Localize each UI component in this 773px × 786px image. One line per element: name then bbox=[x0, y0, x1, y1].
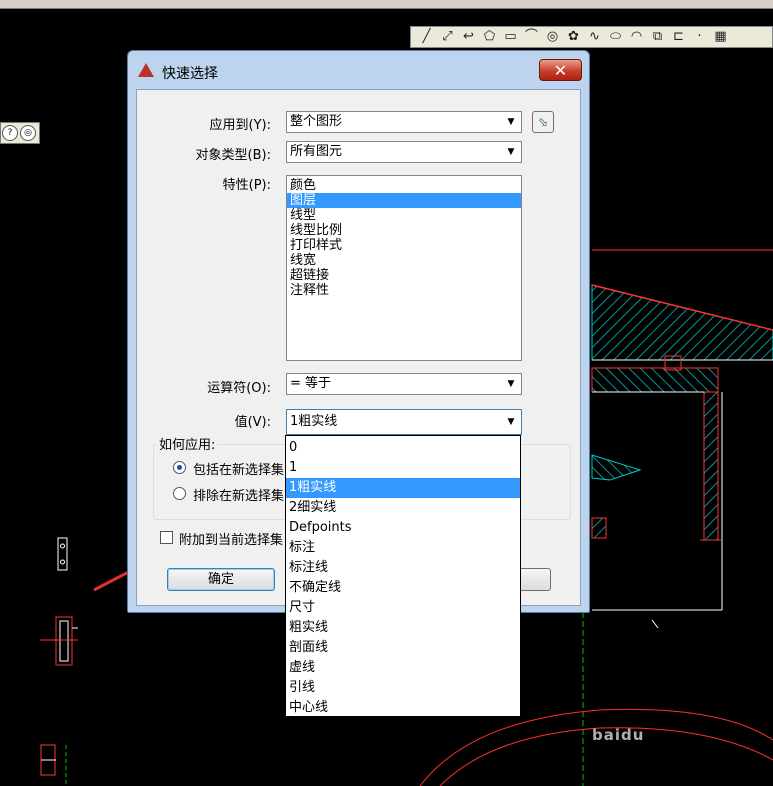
value-option[interactable]: 虚线 bbox=[286, 658, 520, 678]
rectangle-icon[interactable]: ▭ bbox=[501, 28, 520, 46]
append-checkbox[interactable] bbox=[160, 531, 173, 544]
value-option-selected[interactable]: 1粗实线 bbox=[286, 478, 520, 498]
snap-icon[interactable]: ? bbox=[2, 125, 18, 141]
value-option[interactable]: 引线 bbox=[286, 678, 520, 698]
chevron-down-icon: ▼ bbox=[507, 147, 515, 157]
close-button[interactable]: ✕ bbox=[539, 59, 582, 81]
insert-block-icon[interactable]: ⧉ bbox=[648, 28, 667, 46]
select-objects-button[interactable]: ⬂ bbox=[532, 111, 554, 133]
value-option[interactable]: Defpoints bbox=[286, 518, 520, 538]
operator-label: 运算符(O): bbox=[207, 381, 271, 396]
value-option[interactable]: 2细实线 bbox=[286, 498, 520, 518]
select-objects-icon: ⬂ bbox=[537, 115, 549, 129]
value-option[interactable]: 标注 bbox=[286, 538, 520, 558]
value-option[interactable]: 中心线 bbox=[286, 698, 520, 718]
polyline-icon[interactable]: ↩ bbox=[459, 28, 478, 46]
properties-item[interactable]: 颜色 bbox=[287, 178, 521, 193]
properties-listbox[interactable]: 颜色 图层 线型 线型比例 打印样式 线宽 超链接 注释性 bbox=[286, 175, 522, 361]
baidu-watermark: baidu bbox=[592, 726, 645, 744]
object-type-label: 对象类型(B): bbox=[195, 148, 271, 163]
value-option[interactable]: 粗实线 bbox=[286, 618, 520, 638]
value-select[interactable]: 1粗实线 ▼ bbox=[286, 409, 522, 435]
value-option[interactable]: 0 bbox=[286, 438, 520, 458]
how-to-apply-title: 如何应用: bbox=[157, 434, 218, 453]
object-type-select[interactable]: 所有图元 ▼ bbox=[286, 141, 522, 163]
ellipse-icon[interactable]: ⬭ bbox=[606, 28, 625, 46]
dialog-title: 快速选择 bbox=[162, 66, 218, 82]
properties-item[interactable]: 线宽 bbox=[287, 253, 521, 268]
ok-button[interactable]: 确定 bbox=[167, 568, 275, 591]
revcloud-icon[interactable]: ✿ bbox=[564, 28, 583, 46]
hatch-icon[interactable]: ▦ bbox=[711, 28, 730, 46]
exclude-label: 排除在新选择集 bbox=[193, 489, 285, 504]
value-option[interactable]: 尺寸 bbox=[286, 598, 520, 618]
chevron-down-icon: ▼ bbox=[507, 379, 515, 389]
value-option[interactable]: 不确定线 bbox=[286, 578, 520, 598]
top-window-strip bbox=[0, 0, 773, 9]
floating-toolbar: ? ◎ bbox=[0, 122, 40, 144]
make-block-icon[interactable]: ⊏ bbox=[669, 28, 688, 46]
osnap-icon[interactable]: ◎ bbox=[20, 125, 36, 141]
operator-value: = 等于 bbox=[290, 376, 332, 391]
close-icon: ✕ bbox=[553, 61, 568, 80]
circle-icon[interactable]: ◎ bbox=[543, 28, 562, 46]
cad-left-details bbox=[40, 537, 78, 786]
chevron-down-icon: ▼ bbox=[507, 417, 515, 427]
draw-toolbar: ╱ ⤢ ↩ ⬠ ▭ ⌒ ◎ ✿ ∿ ⬭ ◠ ⧉ ⊏ · ▦ bbox=[410, 26, 773, 48]
line-icon[interactable]: ╱ bbox=[417, 28, 436, 46]
properties-item[interactable]: 注释性 bbox=[287, 283, 521, 298]
dialog-titlebar[interactable]: 快速选择 ✕ bbox=[128, 51, 589, 89]
chevron-down-icon: ▼ bbox=[507, 117, 515, 127]
value-dropdown-list[interactable]: 0 1 1粗实线 2细实线 Defpoints 标注 标注线 不确定线 尺寸 粗… bbox=[285, 435, 521, 717]
value-current: 1粗实线 bbox=[290, 414, 338, 429]
properties-item-selected[interactable]: 图层 bbox=[287, 193, 521, 208]
properties-label: 特性(P): bbox=[222, 178, 271, 193]
point-icon[interactable]: · bbox=[690, 28, 709, 46]
properties-item[interactable]: 线型 bbox=[287, 208, 521, 223]
autocad-app-icon bbox=[138, 63, 154, 77]
properties-item[interactable]: 超链接 bbox=[287, 268, 521, 283]
spline-icon[interactable]: ∿ bbox=[585, 28, 604, 46]
apply-to-value: 整个图形 bbox=[290, 114, 343, 129]
include-label: 包括在新选择集 bbox=[193, 463, 285, 478]
ellipse-arc-icon[interactable]: ◠ bbox=[627, 28, 646, 46]
operator-select[interactable]: = 等于 ▼ bbox=[286, 373, 522, 395]
properties-item[interactable]: 线型比例 bbox=[287, 223, 521, 238]
construction-line-icon[interactable]: ⤢ bbox=[438, 28, 457, 46]
exclude-radio[interactable] bbox=[173, 487, 186, 500]
properties-item[interactable]: 打印样式 bbox=[287, 238, 521, 253]
append-label: 附加到当前选择集 bbox=[179, 533, 284, 548]
apply-to-label: 应用到(Y): bbox=[209, 118, 271, 133]
value-label: 值(V): bbox=[234, 415, 271, 430]
include-radio[interactable] bbox=[173, 461, 186, 474]
polygon-icon[interactable]: ⬠ bbox=[480, 28, 499, 46]
value-option[interactable]: 1 bbox=[286, 458, 520, 478]
apply-to-select[interactable]: 整个图形 ▼ bbox=[286, 111, 522, 133]
value-option[interactable]: 标注线 bbox=[286, 558, 520, 578]
value-option[interactable]: 剖面线 bbox=[286, 638, 520, 658]
object-type-value: 所有图元 bbox=[290, 144, 343, 159]
arc-icon[interactable]: ⌒ bbox=[522, 28, 541, 46]
